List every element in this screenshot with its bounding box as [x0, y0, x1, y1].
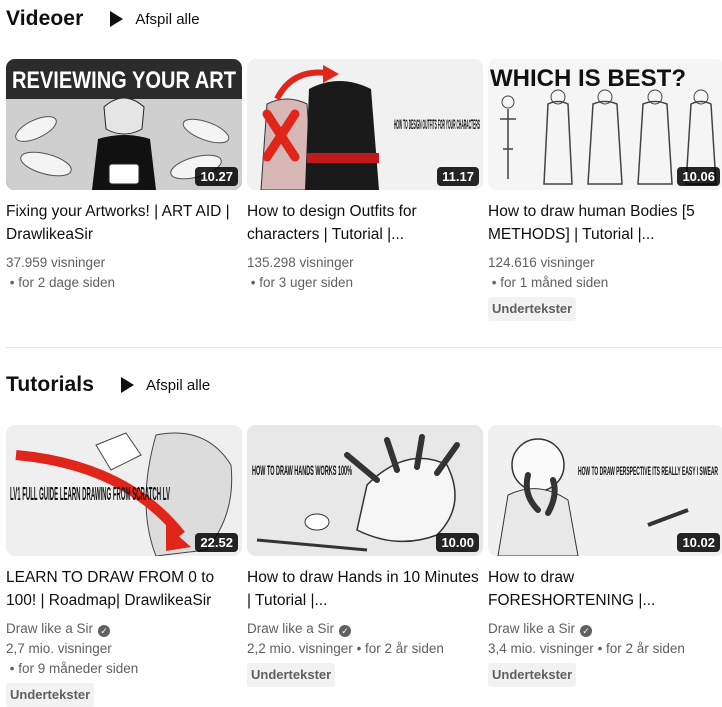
upload-age: for 1 måned siden: [500, 275, 609, 290]
video-thumbnail[interactable]: HOW TO DRAW HANDS WORKS 100% 10.00: [247, 425, 483, 556]
upload-age: for 2 år siden: [365, 641, 444, 656]
video-age-line: • for 1 måned siden: [488, 275, 609, 290]
video-card[interactable]: WHICH IS BEST? 10.06 How to draw human B…: [488, 59, 722, 321]
play-icon: [110, 11, 124, 27]
shelf-title[interactable]: Videoer: [6, 7, 83, 31]
channel-name[interactable]: Draw like a Sir: [247, 621, 334, 636]
thumbnail-text: REVIEWING YOUR ART: [12, 67, 236, 94]
verified-icon: ✓: [98, 625, 111, 637]
verified-icon: ✓: [339, 625, 352, 637]
subtitles-badge: Undertekster: [6, 683, 95, 707]
shelf-header-videoer: Videoer Afspil alle: [6, 7, 200, 31]
shelf-header-tutorials: Tutorials Afspil alle: [6, 373, 210, 397]
duration-badge: 10.00: [436, 533, 479, 552]
video-thumbnail[interactable]: HOW TO DRAW PERSPECTIVE ITS REALLY EASY …: [488, 425, 722, 556]
view-count: 37.959 visninger: [6, 255, 106, 270]
video-meta: 37.959 visninger • for 2 dage siden: [6, 253, 242, 293]
video-card[interactable]: LV1 FULL GUIDE LEARN DRAWING FROM SCRATC…: [6, 425, 242, 707]
video-title[interactable]: How to design Outfits for characters | T…: [247, 200, 483, 246]
shelf-divider: [6, 347, 722, 348]
duration-badge: 10.02: [677, 533, 720, 552]
video-thumbnail[interactable]: HOW TO DESIGN OUTFITS FOR YOUR CHARACTER…: [247, 59, 483, 190]
shelf-title[interactable]: Tutorials: [6, 373, 94, 397]
upload-age: for 3 uger siden: [259, 275, 354, 290]
video-meta: Draw like a Sir ✓ 2,7 mio. visninger • fo…: [6, 619, 242, 707]
channel-line[interactable]: Draw like a Sir ✓: [488, 619, 722, 639]
video-card[interactable]: HOW TO DRAW PERSPECTIVE ITS REALLY EASY …: [488, 425, 722, 687]
view-count: 135.298 visninger: [247, 255, 354, 270]
video-title[interactable]: How to draw FORESHORTENING |...: [488, 566, 722, 612]
video-thumbnail[interactable]: REVIEWING YOUR ART 10.27: [6, 59, 242, 190]
view-count: 3,4 mio. visninger: [488, 641, 594, 656]
play-icon: [121, 377, 135, 393]
video-title[interactable]: How to draw human Bodies [5 METHODS] | T…: [488, 200, 722, 246]
duration-badge: 22.52: [195, 533, 238, 552]
upload-age: for 2 år siden: [606, 641, 685, 656]
video-thumbnail[interactable]: WHICH IS BEST? 10.06: [488, 59, 722, 190]
thumbnail-text: HOW TO DRAW PERSPECTIVE ITS REALLY EASY …: [578, 464, 718, 478]
video-age-line: • for 9 måneder siden: [6, 661, 139, 676]
video-card[interactable]: HOW TO DESIGN OUTFITS FOR YOUR CHARACTER…: [247, 59, 483, 293]
channel-line[interactable]: Draw like a Sir ✓: [247, 619, 483, 639]
duration-badge: 10.06: [677, 167, 720, 186]
video-meta: 135.298 visninger • for 3 uger siden: [247, 253, 483, 293]
play-all-label: Afspil alle: [135, 10, 200, 28]
video-meta: Draw like a Sir ✓ 2,2 mio. visninger • fo…: [247, 619, 483, 687]
view-count: 2,7 mio. visninger: [6, 641, 112, 656]
play-all-button[interactable]: Afspil alle: [109, 10, 200, 28]
video-card[interactable]: HOW TO DRAW HANDS WORKS 100% 10.00 How t…: [247, 425, 483, 687]
upload-age: for 2 dage siden: [18, 275, 116, 290]
video-card[interactable]: REVIEWING YOUR ART 10.27 Fixing your Art…: [6, 59, 242, 293]
video-age-line: • for 3 uger siden: [247, 275, 354, 290]
play-all-label: Afspil alle: [146, 376, 211, 394]
views-age-line: 2,2 mio. visninger • for 2 år siden: [247, 641, 444, 656]
subtitles-badge: Undertekster: [488, 297, 577, 321]
thumbnail-text: LV1 FULL GUIDE LEARN DRAWING FROM SCRATC…: [10, 484, 170, 504]
channel-line[interactable]: Draw like a Sir ✓: [6, 619, 242, 639]
subtitles-badge: Undertekster: [247, 663, 336, 687]
upload-age: for 9 måneder siden: [18, 661, 139, 676]
thumbnail-text: HOW TO DESIGN OUTFITS FOR YOUR CHARACTER…: [394, 116, 480, 132]
duration-badge: 11.17: [437, 167, 479, 186]
video-thumbnail[interactable]: LV1 FULL GUIDE LEARN DRAWING FROM SCRATC…: [6, 425, 242, 556]
view-count: 2,2 mio. visninger: [247, 641, 353, 656]
video-meta: 124.616 visninger • for 1 måned siden Un…: [488, 253, 722, 321]
channel-name[interactable]: Draw like a Sir: [6, 621, 93, 636]
views-age-line: 3,4 mio. visninger • for 2 år siden: [488, 641, 685, 656]
video-title[interactable]: LEARN TO DRAW FROM 0 to 100! | Roadmap| …: [6, 566, 242, 612]
subtitles-badge: Undertekster: [488, 663, 577, 687]
duration-badge: 10.27: [195, 167, 238, 186]
video-title[interactable]: How to draw Hands in 10 Minutes | Tutori…: [247, 566, 483, 612]
channel-name[interactable]: Draw like a Sir: [488, 621, 575, 636]
video-title[interactable]: Fixing your Artworks! | ART AID | Drawli…: [6, 200, 242, 246]
verified-icon: ✓: [580, 625, 593, 637]
video-age-line: • for 2 dage siden: [6, 275, 116, 290]
play-all-button[interactable]: Afspil alle: [120, 377, 210, 394]
thumbnail-text: WHICH IS BEST?: [490, 65, 686, 92]
video-meta: Draw like a Sir ✓ 3,4 mio. visninger • fo…: [488, 619, 722, 687]
thumbnail-text: HOW TO DRAW HANDS WORKS 100%: [252, 462, 352, 478]
view-count: 124.616 visninger: [488, 255, 595, 270]
